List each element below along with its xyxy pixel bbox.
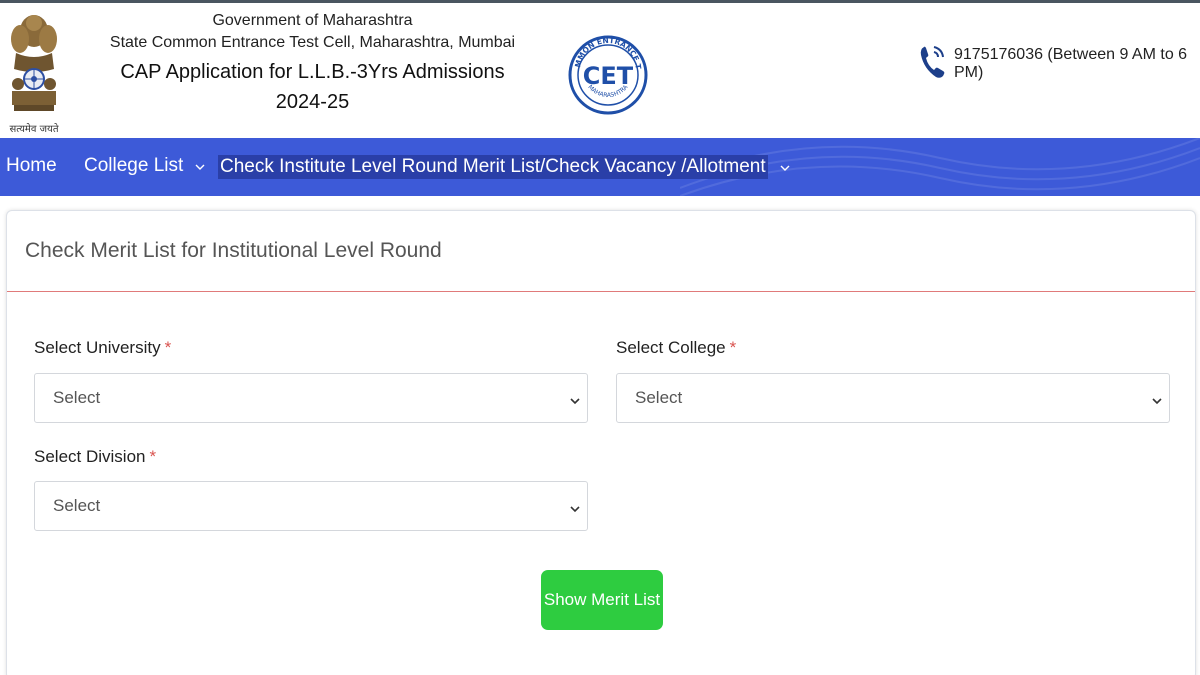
header-cell-name: State Common Entrance Test Cell, Maharas… <box>109 34 516 51</box>
header-text: Government of Maharashtra State Common E… <box>100 11 525 117</box>
division-label-text: Select Division <box>34 447 146 466</box>
state-emblem-icon <box>8 9 60 137</box>
division-select[interactable]: Select <box>34 481 588 531</box>
nav-home-label: Home <box>6 155 57 176</box>
nav-check-merit-list-label: Check Institute Level Round Merit List/C… <box>218 155 768 179</box>
phone-icon <box>918 41 948 86</box>
cet-logo: STATE COMMON ENTRANCE TEST CELL MAHARASH… <box>565 6 648 133</box>
chevron-down-icon <box>780 156 790 178</box>
university-label-text: Select University <box>34 338 161 357</box>
main-navbar: Home College List Check Institute Level … <box>0 138 1200 196</box>
nav-check-merit-list[interactable]: Check Institute Level Round Merit List/C… <box>218 155 790 179</box>
chevron-down-icon <box>1151 392 1163 412</box>
chevron-down-icon <box>569 392 581 412</box>
emblem-motto: सत्यमेव जयते <box>9 124 59 135</box>
university-label: Select University * <box>34 338 171 358</box>
university-select[interactable]: Select <box>34 373 588 423</box>
college-select[interactable]: Select <box>616 373 1170 423</box>
chevron-down-icon <box>569 500 581 520</box>
division-select-value: Select <box>53 496 101 515</box>
show-merit-list-button[interactable]: Show Merit List <box>541 570 663 630</box>
required-mark: * <box>729 338 737 357</box>
chevron-down-icon <box>195 155 205 177</box>
required-mark: * <box>149 447 157 466</box>
division-label: Select Division * <box>34 447 156 467</box>
university-select-value: Select <box>53 388 101 407</box>
header-application-title: CAP Application for L.L.B.-3Yrs Admissio… <box>120 61 505 113</box>
required-mark: * <box>164 338 172 357</box>
show-merit-list-label: Show Merit List <box>543 590 661 609</box>
card-divider <box>7 291 1195 292</box>
header-government: Government of Maharashtra <box>212 12 413 29</box>
nav-home[interactable]: Home <box>6 155 57 177</box>
college-label: Select College * <box>616 338 736 358</box>
college-select-value: Select <box>635 388 683 407</box>
site-header: सत्यमेव जयते Government of Maharashtra S… <box>0 3 1200 138</box>
logo-text: CET <box>583 62 634 90</box>
nav-college-list[interactable]: College List <box>84 155 205 177</box>
merit-list-card: Check Merit List for Institutional Level… <box>6 210 1196 675</box>
college-label-text: Select College <box>616 338 726 357</box>
contact-info: 9175176036 (Between 9 AM to 6 PM) <box>918 41 1200 86</box>
nav-college-list-label: College List <box>84 155 184 176</box>
card-title: Check Merit List for Institutional Level… <box>25 239 442 262</box>
contact-phone-text: 9175176036 (Between 9 AM to 6 PM) <box>954 45 1188 81</box>
